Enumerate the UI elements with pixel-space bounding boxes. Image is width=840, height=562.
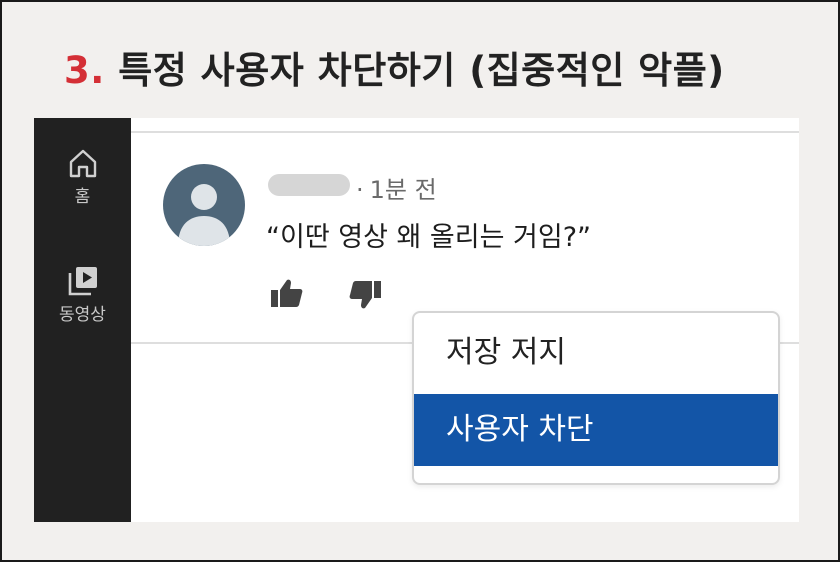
comment-text: “이딴 영상 왜 올리는 거임?” xyxy=(266,222,592,253)
sidebar-item-videos[interactable]: 동영상 xyxy=(34,264,131,325)
video-library-icon xyxy=(68,267,97,296)
home-icon xyxy=(69,149,96,178)
avatar[interactable] xyxy=(163,164,245,246)
thumbs-down-icon xyxy=(349,281,381,309)
sidebar: 홈 동영상 xyxy=(34,118,131,522)
user-silhouette-icon xyxy=(178,184,230,246)
dislike-button[interactable] xyxy=(348,280,382,310)
username-placeholder[interactable] xyxy=(268,174,350,196)
step-number: 3. xyxy=(64,49,105,92)
menu-item-report[interactable]: 저장 저지 xyxy=(414,313,778,393)
app-screen: 홈 동영상 · 1분 전 “이딴 영상 왜 올리는 거임?” 저장 저지 사용자… xyxy=(34,118,799,522)
menu-item-block-user[interactable]: 사용자 차단 xyxy=(414,394,778,466)
comment-meta: · 1분 전 xyxy=(356,170,437,205)
separator-dot: · xyxy=(356,176,364,204)
sidebar-item-label: 동영상 xyxy=(59,305,106,325)
context-menu: 저장 저지 사용자 차단 xyxy=(412,311,780,485)
image-frame: 3. 특정 사용자 차단하기 (집중적인 악플) 홈 동영상 · 1분 전 “이… xyxy=(0,0,840,562)
sidebar-item-label: 홈 xyxy=(74,187,91,207)
divider xyxy=(131,131,799,133)
title-text: 특정 사용자 차단하기 (집중적인 악플) xyxy=(118,49,725,92)
sidebar-item-home[interactable]: 홈 xyxy=(34,146,131,207)
thumbs-up-icon xyxy=(271,279,303,307)
comment-time: 1분 전 xyxy=(369,176,437,204)
like-button[interactable] xyxy=(270,278,304,308)
page-title: 3. 특정 사용자 차단하기 (집중적인 악플) xyxy=(64,40,725,94)
